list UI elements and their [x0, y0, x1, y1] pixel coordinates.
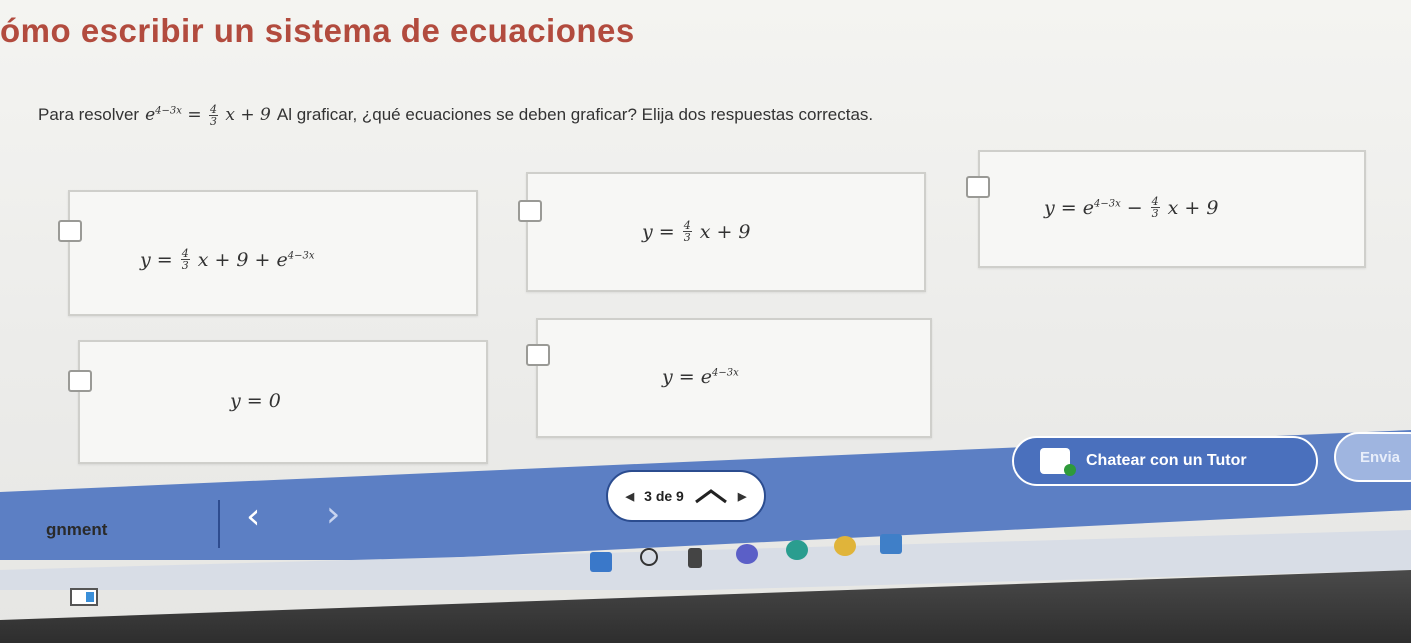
question-exponent: 4−3x [155, 105, 182, 117]
pager-prev-icon[interactable]: ◀ [626, 490, 634, 503]
option-2-fraction: 43 [682, 220, 692, 244]
answer-option-1[interactable]: y = 43 x + 9 + e4−3x [58, 190, 478, 316]
option-2-tail: x + 9 [699, 220, 751, 243]
previous-arrow-icon[interactable]: ‹ [246, 496, 260, 537]
option-1-equation: y = 43 x + 9 + e4−3x [140, 248, 315, 271]
question-equals: = [187, 105, 202, 125]
question-pager[interactable]: ◀ 3 de 9 ▶ [606, 470, 766, 522]
option-4-equation: y = 0 [230, 390, 281, 412]
question-suffix: Al graficar, ¿qué ecuaciones se deben gr… [276, 105, 874, 124]
option-5-exponent: 4−3x [711, 367, 739, 379]
page: ómo escribir un sistema de ecuaciones Pa… [0, 0, 1411, 643]
question-prompt: Para resolver e4−3x = 43 x + 9 Al grafic… [38, 104, 873, 127]
option-3-tail: x + 9 [1167, 196, 1219, 219]
chrome-browser-icon[interactable] [834, 536, 856, 556]
answer-option-4[interactable]: y = 0 [68, 340, 488, 464]
option-3-lhs: y = e [1044, 196, 1094, 219]
answer-option-3[interactable]: y = e4−3x − 43 x + 9 [966, 150, 1366, 268]
checkbox-option-1[interactable] [58, 220, 82, 242]
next-arrow-icon[interactable]: › [326, 494, 340, 535]
option-3-fraction: 43 [1150, 196, 1160, 220]
file-explorer-icon[interactable] [880, 534, 902, 554]
checkbox-option-5[interactable] [526, 344, 550, 366]
search-icon[interactable] [640, 548, 658, 566]
option-4-lhs: y = 0 [230, 390, 281, 412]
fraction-denominator: 3 [209, 115, 217, 128]
window-snap-icon [70, 588, 98, 606]
question-rhs: x + 9 [225, 105, 271, 125]
chat-app-icon[interactable] [736, 544, 758, 564]
start-menu-icon[interactable] [590, 552, 612, 572]
question-prefix: Para resolver [38, 105, 140, 124]
option-1-fraction: 43 [180, 248, 190, 272]
answer-option-5[interactable]: y = e4−3x [526, 318, 932, 438]
answer-option-2[interactable]: y = 43 x + 9 [518, 172, 926, 292]
fraction-denominator: 3 [683, 231, 691, 244]
nav-divider [218, 500, 220, 548]
assignment-label: gnment [46, 520, 108, 539]
question-base: e [145, 105, 156, 125]
option-5-equation: y = e4−3x [662, 366, 739, 388]
option-5-lhs: y = e [662, 366, 712, 388]
page-title: ómo escribir un sistema de ecuaciones [0, 12, 635, 49]
fraction-denominator: 3 [181, 259, 189, 272]
option-1-exponent: 4−3x [287, 250, 315, 262]
submit-button[interactable]: Envia [1334, 432, 1411, 482]
option-2-lhs: y = [642, 220, 675, 243]
option-3-head: y = e4−3x [1044, 197, 1121, 219]
chat-tutor-label: Chatear con un Tutor [1086, 452, 1247, 469]
option-1-lhs: y = [140, 248, 173, 271]
question-equation: e4−3x = 43 x + 9 [145, 104, 271, 127]
submit-label: Envia [1360, 448, 1401, 466]
fraction-denominator: 3 [1151, 207, 1159, 220]
task-view-icon[interactable] [688, 548, 702, 568]
chat-tutor-button[interactable]: Chatear con un Tutor [1012, 436, 1318, 486]
pager-text: 3 de 9 [644, 488, 684, 504]
option-5-head: y = e4−3x [662, 366, 739, 388]
option-3-minus: − [1126, 196, 1143, 219]
option-1-tail: x + 9 + e4−3x [198, 249, 315, 271]
tutor-chat-icon [1040, 448, 1076, 476]
option-3-equation: y = e4−3x − 43 x + 9 [1044, 196, 1218, 219]
checkbox-option-3[interactable] [966, 176, 990, 198]
option-1-mid: x + 9 + e [197, 248, 288, 271]
edge-browser-icon[interactable] [786, 540, 808, 560]
chevron-up-icon[interactable] [694, 488, 728, 504]
option-2-equation: y = 43 x + 9 [642, 220, 751, 243]
checkbox-option-4[interactable] [68, 370, 92, 392]
checkbox-option-2[interactable] [518, 200, 542, 222]
pager-next-icon[interactable]: ▶ [738, 490, 746, 503]
option-3-exponent: 4−3x [1093, 198, 1121, 210]
question-fraction: 43 [208, 104, 218, 128]
